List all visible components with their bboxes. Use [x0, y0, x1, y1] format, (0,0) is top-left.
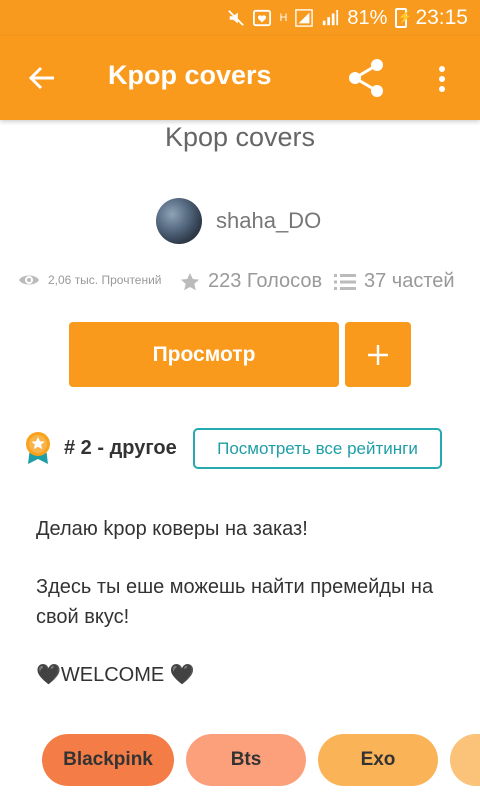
description-line: Здесь ты еше можешь найти премейды на св… [36, 576, 434, 628]
tag-chip[interactable]: Blackpink [42, 734, 174, 786]
story-description: Делаю kpop коверы на заказ! Здесь ты еше… [36, 514, 456, 718]
share-icon[interactable] [344, 56, 388, 100]
votes-count: 223 Голосов [208, 270, 323, 292]
tags-row: Blackpink Bts Exo [0, 734, 480, 788]
read-button[interactable]: Просмотр [69, 322, 339, 387]
clock: 23:15 [415, 6, 468, 29]
add-to-library-button[interactable] [345, 322, 411, 387]
ranking-text: # 2 - другое [64, 437, 177, 459]
votes-stat: 223 Голосов [180, 270, 322, 293]
network-type-label: H [279, 12, 288, 24]
eye-icon [19, 275, 39, 285]
status-bar: H 81% 23:15 [0, 0, 480, 36]
parts-stat: 37 частей [334, 270, 455, 293]
star-icon [180, 272, 200, 290]
description-line: 🖤WELCOME 🖤 [36, 664, 195, 686]
views-stat: 2,06 тыс. Прочтений [18, 272, 162, 288]
description-line: Делаю kpop коверы на заказ! [36, 518, 308, 540]
tag-chip[interactable]: Exo [318, 734, 438, 786]
mute-icon [228, 10, 245, 26]
author-username[interactable]: shaha_DO [216, 208, 321, 234]
heart-notification-icon [253, 9, 272, 27]
views-count: 2,06 тыс. Прочтений [48, 273, 162, 287]
app-bar-title: Kpop covers [108, 60, 272, 90]
list-icon [334, 273, 356, 290]
battery-charging-icon [395, 8, 412, 28]
story-stats: 2,06 тыс. Прочтений 223 Голосов 37 часте… [0, 268, 480, 302]
more-options-icon[interactable] [432, 64, 452, 94]
tag-chip[interactable]: Bts [186, 734, 306, 786]
tag-chip-partial[interactable] [450, 734, 480, 786]
ranking-badge-icon [22, 430, 54, 471]
story-title: Kpop covers [164, 122, 316, 152]
signal-icon [295, 9, 314, 27]
battery-percent: 81% [347, 6, 388, 29]
author-avatar[interactable] [156, 198, 202, 244]
app-bar: Kpop covers [0, 36, 480, 120]
signal-strength-icon [323, 9, 339, 26]
back-arrow-icon[interactable] [26, 62, 58, 94]
status-icons: H 81% 23:15 [227, 6, 468, 30]
plus-icon [368, 344, 388, 365]
view-all-rankings-button[interactable]: Посмотреть все рейтинги [193, 428, 442, 469]
parts-count: 37 частей [364, 270, 455, 292]
